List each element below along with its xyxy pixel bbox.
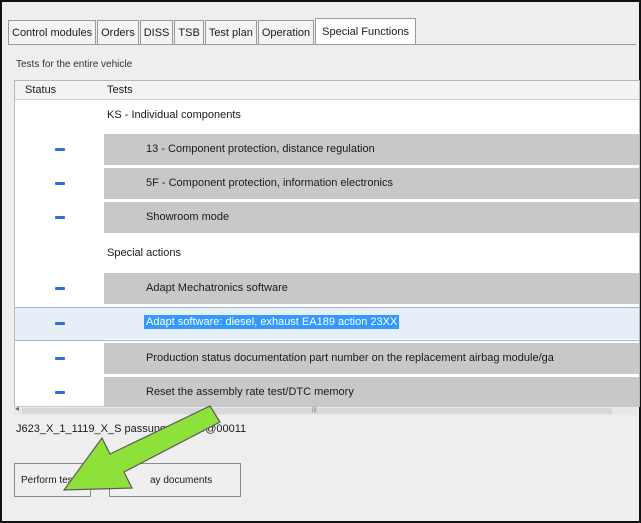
button-bar: Perform test... ay documents <box>14 463 244 497</box>
test-cell[interactable]: Production status documentation part num… <box>104 343 639 375</box>
section-header-label: Tests for the entire vehicle <box>16 59 133 70</box>
table-row[interactable]: Showroom mode <box>15 202 639 234</box>
dash-icon <box>55 182 65 185</box>
section-cell: KS - Individual components <box>104 100 639 132</box>
horizontal-scrollbar[interactable]: ◂ ||| <box>14 404 638 415</box>
tab-orders[interactable]: Orders <box>97 20 139 44</box>
test-label: Showroom mode <box>146 211 230 223</box>
test-cell[interactable]: Showroom mode <box>104 202 639 234</box>
display-documents-button[interactable]: ay documents <box>109 463 241 497</box>
column-header-row: Status Tests <box>15 81 639 100</box>
test-label: Adapt software: diesel, exhaust EA189 ac… <box>144 315 400 329</box>
table-row[interactable]: Reset the assembly rate test/DTC memory <box>15 377 639 406</box>
table-row-selected[interactable]: Adapt software: diesel, exhaust EA189 ac… <box>15 307 639 341</box>
tab-test-plan[interactable]: Test plan <box>204 20 257 44</box>
scrollbar-thumb[interactable] <box>22 408 612 414</box>
test-cell[interactable]: Reset the assembly rate test/DTC memory <box>104 377 639 406</box>
table-row[interactable]: 13 - Component protection, distance regu… <box>15 134 639 166</box>
tests-grid: Status Tests KS - Individual components … <box>14 80 640 407</box>
tab-special-functions[interactable]: Special Functions <box>315 18 416 44</box>
table-row[interactable]: 5F - Component protection, information e… <box>15 168 639 200</box>
test-cell[interactable]: Adapt software: diesel, exhaust EA189 ac… <box>104 308 639 340</box>
test-cell[interactable]: 13 - Component protection, distance regu… <box>104 134 639 166</box>
test-label: Adapt Mechatronics software <box>146 282 288 294</box>
column-header-tests[interactable]: Tests <box>107 84 133 96</box>
table-row[interactable]: Production status documentation part num… <box>15 343 639 375</box>
test-label: Production status documentation part num… <box>146 352 554 364</box>
section-cell: Special actions <box>104 238 639 270</box>
dash-icon <box>55 216 65 219</box>
dash-icon <box>55 357 65 360</box>
tab-diss[interactable]: DISS <box>139 20 174 44</box>
test-label: 13 - Component protection, distance regu… <box>146 143 375 155</box>
section-row: KS - Individual components <box>15 100 639 132</box>
tab-tsb[interactable]: TSB <box>174 20 204 44</box>
section-label: Special actions <box>107 247 181 259</box>
column-header-status[interactable]: Status <box>25 84 56 96</box>
dash-icon <box>55 287 65 290</box>
tab-control-modules[interactable]: Control modules <box>8 20 97 44</box>
test-cell[interactable]: 5F - Component protection, information e… <box>104 168 639 200</box>
dash-icon <box>55 148 65 151</box>
scrollbar-grip-icon: ||| <box>312 407 317 413</box>
tab-operation[interactable]: Operation <box>257 20 315 44</box>
section-row: Special actions <box>15 238 639 270</box>
section-label: KS - Individual components <box>107 109 241 121</box>
dash-icon <box>55 322 65 325</box>
test-label: 5F - Component protection, information e… <box>146 177 394 189</box>
scroll-left-icon[interactable]: ◂ <box>15 404 19 413</box>
app-window: Control modules Orders DISS TSB Test pla… <box>0 0 641 523</box>
table-row[interactable]: Adapt Mechatronics software <box>15 273 639 305</box>
selected-test-filename: J623_X_1_1119_X_S passung_EA189@00011 <box>16 423 247 435</box>
test-cell[interactable]: Adapt Mechatronics software <box>104 273 639 305</box>
test-label: Reset the assembly rate test/DTC memory <box>146 386 354 398</box>
perform-test-button[interactable]: Perform test... <box>14 463 91 497</box>
tab-bar: Control modules Orders DISS TSB Test pla… <box>8 18 636 45</box>
dash-icon <box>55 391 65 394</box>
